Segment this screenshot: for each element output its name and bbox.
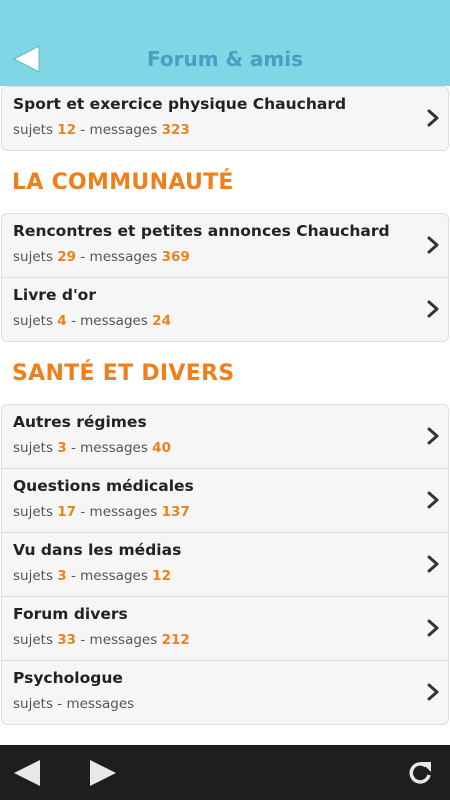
separator: - (70, 440, 76, 456)
subjects-label: sujets (13, 632, 53, 648)
nav-back-icon[interactable] (12, 757, 44, 789)
chevron-right-icon (426, 683, 440, 701)
subjects-count: 3 (57, 568, 67, 584)
forum-row[interactable]: Livre d'or sujets 4 - messages 24 (2, 277, 448, 341)
forum-card: Sport et exercice physique Chauchard suje… (1, 86, 449, 151)
messages-count: 212 (161, 632, 190, 648)
forum-row[interactable]: Psychologue sujets - messages (2, 660, 448, 724)
refresh-icon[interactable] (404, 757, 436, 789)
subjects-label: sujets (13, 249, 53, 265)
forum-row[interactable]: Forum divers sujets 33 - messages 212 (2, 596, 448, 660)
forum-row[interactable]: Questions médicales sujets 17 - messages … (2, 468, 448, 532)
forum-row[interactable]: Autres régimes sujets 3 - messages 40 (2, 405, 448, 468)
section-title-communaute: LA COMMUNAUTÉ (12, 170, 234, 195)
separator: - (70, 313, 76, 329)
forum-card: Rencontres et petites annonces Chauchard… (1, 213, 449, 342)
forum-title: Psychologue (13, 669, 123, 687)
chevron-right-icon (426, 619, 440, 637)
chevron-right-icon (426, 491, 440, 509)
messages-count: 24 (152, 313, 171, 329)
separator: - (80, 122, 86, 138)
messages-count: 12 (152, 568, 171, 584)
separator: - (80, 504, 86, 520)
messages-label: messages (89, 122, 158, 138)
messages-label: messages (89, 504, 158, 520)
subjects-count: 12 (57, 122, 77, 138)
forum-stats: sujets 3 - messages 12 (13, 568, 171, 584)
forum-title: Forum divers (13, 605, 128, 623)
subjects-label: sujets (13, 504, 53, 520)
forum-row[interactable]: Sport et exercice physique Chauchard suje… (2, 87, 448, 150)
messages-count: 369 (161, 249, 190, 265)
messages-label: messages (89, 632, 158, 648)
subjects-count: 3 (57, 440, 67, 456)
messages-label: messages (80, 568, 148, 584)
forum-title: Sport et exercice physique Chauchard (13, 95, 347, 113)
subjects-label: sujets (13, 122, 53, 138)
subjects-count: 4 (57, 313, 67, 329)
messages-count: 137 (161, 504, 190, 520)
forum-stats: sujets 33 - messages 212 (13, 632, 190, 648)
page-title: Forum & amis (147, 47, 303, 71)
separator: - (80, 632, 86, 648)
chevron-right-icon (426, 109, 440, 127)
messages-label: messages (80, 440, 148, 456)
separator: - (80, 249, 86, 265)
forum-title: Vu dans les médias (13, 541, 182, 559)
forum-card: Autres régimes sujets 3 - messages 40 Ques… (1, 404, 449, 725)
messages-count: 40 (152, 440, 171, 456)
forum-stats: sujets - messages (13, 696, 134, 712)
chevron-right-icon (426, 427, 440, 445)
subjects-label: sujets (13, 696, 53, 712)
header-bar: Forum & amis (0, 0, 450, 86)
messages-label: messages (80, 313, 148, 329)
forum-title: Rencontres et petites annonces Chauchard (13, 222, 390, 240)
subjects-count: 29 (57, 249, 77, 265)
messages-count: 323 (161, 122, 190, 138)
subjects-count: 33 (57, 632, 77, 648)
forum-title: Questions médicales (13, 477, 194, 495)
subjects-label: sujets (13, 440, 53, 456)
separator: - (70, 568, 76, 584)
subjects-label: sujets (13, 313, 53, 329)
subjects-count: 17 (57, 504, 77, 520)
messages-label: messages (89, 249, 158, 265)
forum-list: Sport et exercice physique Chauchard suje… (0, 86, 450, 725)
subjects-label: sujets (13, 568, 53, 584)
messages-label: messages (66, 696, 135, 712)
forum-stats: sujets 17 - messages 137 (13, 504, 190, 520)
forum-title: Autres régimes (13, 413, 147, 431)
chevron-right-icon (426, 555, 440, 573)
forum-row[interactable]: Vu dans les médias sujets 3 - messages 12 (2, 532, 448, 596)
separator: - (57, 696, 63, 712)
chevron-right-icon (426, 300, 440, 318)
forum-stats: sujets 29 - messages 369 (13, 249, 190, 265)
bottom-toolbar (0, 745, 450, 800)
section-title-sante: SANTÉ ET DIVERS (12, 361, 235, 386)
forum-stats: sujets 3 - messages 40 (13, 440, 171, 456)
forum-stats: sujets 4 - messages 24 (13, 313, 171, 329)
forum-row[interactable]: Rencontres et petites annonces Chauchard… (2, 214, 448, 277)
chevron-right-icon (426, 236, 440, 254)
forum-title: Livre d'or (13, 286, 96, 304)
forum-stats: sujets 12 - messages 323 (13, 122, 190, 138)
nav-forward-icon[interactable] (86, 757, 118, 789)
